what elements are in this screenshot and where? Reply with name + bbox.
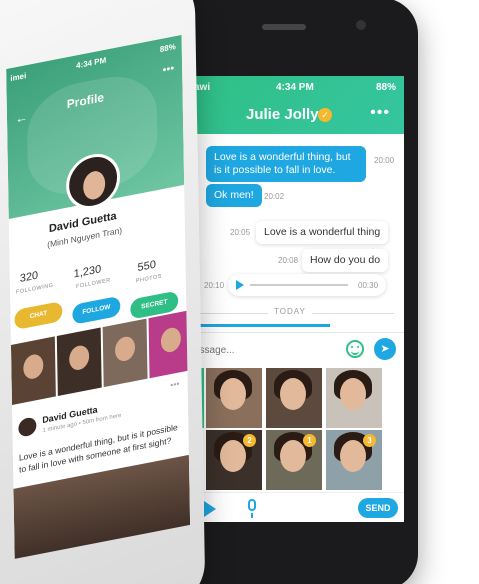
message-input[interactable]: [194, 341, 334, 359]
chat-screen: awi 4:34 PM 88% Julie Jolly ✓ ••• Love i…: [190, 76, 404, 522]
message-timestamp: 20:05: [230, 228, 251, 237]
chat-button[interactable]: CHAT: [14, 300, 63, 331]
stat-photos-value: 550: [137, 258, 157, 275]
video-play-icon[interactable]: [204, 501, 216, 517]
speaker-grille: [262, 24, 306, 30]
scroll-indicator: [190, 324, 330, 327]
photo-thumb[interactable]: [148, 309, 191, 379]
day-divider-label: TODAY: [268, 307, 312, 316]
photo-count-badge: 2: [243, 434, 256, 447]
screenshot-stage: awi 4:34 PM 88% Julie Jolly ✓ ••• Love i…: [0, 0, 479, 584]
more-options-icon[interactable]: •••: [163, 62, 175, 76]
message-timestamp: 20:02: [264, 192, 285, 201]
audio-progress-track[interactable]: [250, 284, 348, 286]
phone-profile-device: imei 4:34 PM 88% ← Profile ••• David Gue…: [0, 0, 206, 584]
photo-thumb[interactable]: 2: [206, 430, 262, 490]
chat-toolbar: SEND: [190, 492, 404, 522]
stat-follower-value: 1,230: [73, 263, 102, 281]
voice-message-player[interactable]: 00:30: [228, 274, 386, 296]
stat-following-value: 320: [19, 269, 39, 286]
message-timestamp: 20:00: [374, 156, 395, 165]
post-more-icon[interactable]: •••: [170, 378, 180, 390]
more-options-icon[interactable]: •••: [370, 104, 390, 122]
front-camera: [356, 20, 366, 30]
message-bubble-outgoing[interactable]: Love is a wonderful thing: [256, 221, 389, 244]
stat-follower-label: FOLLOWER: [75, 277, 111, 291]
audio-duration: 00:30: [358, 281, 379, 290]
chat-contact-name[interactable]: Julie Jolly: [246, 106, 319, 123]
photo-thumb[interactable]: [326, 368, 382, 428]
emoji-icon[interactable]: [346, 340, 364, 358]
post-avatar[interactable]: [18, 416, 37, 438]
audio-timestamp: 20:10: [204, 281, 225, 290]
profile-screen: imei 4:34 PM 88% ← Profile ••• David Gue…: [6, 34, 191, 559]
photo-thumb[interactable]: [56, 327, 102, 397]
verified-check-icon: ✓: [318, 108, 332, 122]
play-icon[interactable]: [236, 280, 244, 290]
message-bubble-outgoing[interactable]: How do you do: [302, 249, 389, 272]
message-bubble-incoming[interactable]: Love is a wonderful thing, but is it pos…: [206, 146, 366, 182]
send-button[interactable]: SEND: [358, 498, 398, 518]
follow-button[interactable]: FOLLOW: [72, 295, 121, 325]
photo-thumb[interactable]: [102, 318, 148, 388]
photo-thumb[interactable]: 3: [326, 430, 382, 490]
photo-thumb[interactable]: [206, 368, 262, 428]
photo-count-badge: 1: [303, 434, 316, 447]
message-bubble-incoming[interactable]: Ok men!: [206, 184, 262, 207]
photo-thumb[interactable]: [266, 368, 322, 428]
message-composer: ➤: [190, 332, 404, 366]
photo-grid: 2 1 3: [190, 368, 404, 492]
photo-thumb[interactable]: [10, 336, 56, 405]
photo-thumb[interactable]: 1: [266, 430, 322, 490]
photo-count-badge: 3: [363, 434, 376, 447]
back-arrow-icon[interactable]: ←: [15, 109, 28, 127]
battery-label: 88%: [375, 82, 396, 93]
stat-photos-label: PHOTOS: [135, 273, 162, 285]
status-time: 4:34 PM: [276, 82, 314, 93]
microphone-icon[interactable]: [248, 499, 256, 518]
send-arrow-button[interactable]: ➤: [374, 338, 396, 360]
message-timestamp: 20:08: [278, 256, 299, 265]
chat-header: awi 4:34 PM 88% Julie Jolly ✓ •••: [190, 76, 404, 134]
